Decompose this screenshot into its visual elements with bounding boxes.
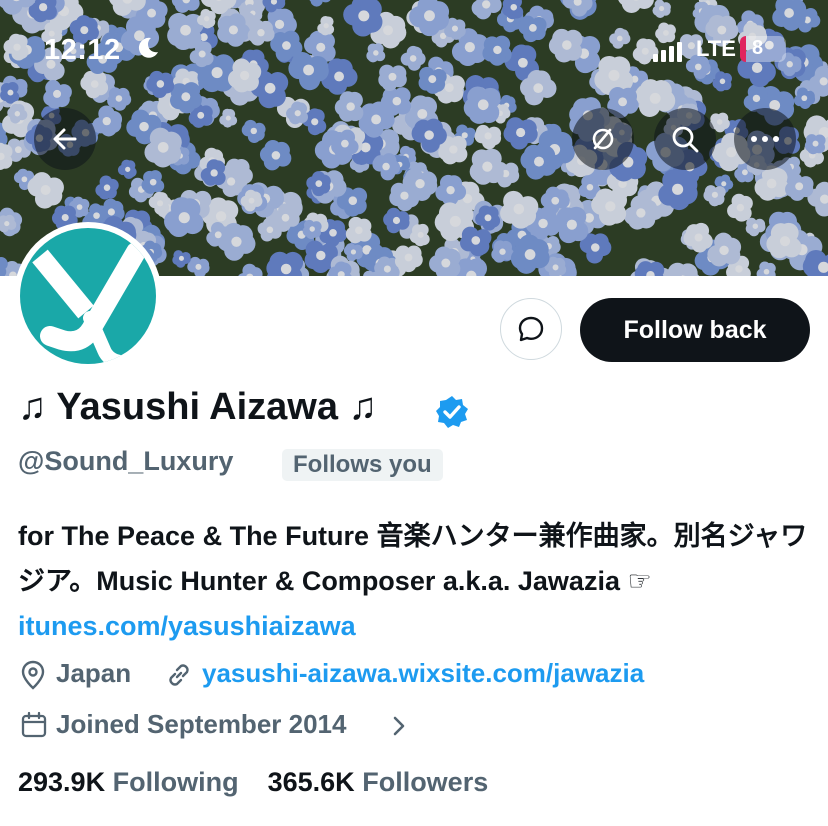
message-button[interactable] bbox=[500, 298, 562, 360]
bio-link[interactable]: itunes.com/yasushiaizawa bbox=[18, 611, 356, 641]
search-button[interactable] bbox=[654, 108, 716, 170]
network-label: LTE bbox=[696, 36, 736, 61]
follow-back-button[interactable]: Follow back bbox=[580, 298, 810, 362]
logo-y-avatar bbox=[32, 242, 146, 364]
back-button[interactable] bbox=[34, 108, 96, 170]
signal-icon bbox=[653, 42, 683, 67]
status-bar: 12:12 LTE 8 bbox=[0, 30, 828, 70]
followers-count: 365.6K bbox=[267, 767, 355, 797]
followers-label: Followers bbox=[362, 767, 489, 797]
status-time: 12:12 bbox=[44, 34, 121, 66]
chevron-right-icon bbox=[392, 713, 406, 744]
follow-stats: 293.9K Following 365.6K Followers bbox=[18, 767, 488, 798]
notifications-button[interactable] bbox=[572, 108, 634, 170]
location-pin-icon bbox=[20, 660, 46, 697]
followers-stat[interactable]: 365.6K Followers bbox=[268, 767, 489, 797]
search-icon bbox=[672, 126, 699, 153]
following-stat[interactable]: 293.9K Following bbox=[18, 767, 239, 797]
joined-text: Joined September 2014 bbox=[56, 709, 347, 739]
bio-text: for The Peace & The Future 音楽ハンター兼作曲家。別名… bbox=[18, 521, 808, 596]
chat-bubble-icon bbox=[518, 316, 544, 342]
battery-icon: 8 bbox=[740, 36, 786, 62]
profile-bio: for The Peace & The Future 音楽ハンター兼作曲家。別名… bbox=[18, 514, 818, 649]
arrow-left-icon bbox=[53, 128, 77, 150]
website-link[interactable]: yasushi-aizawa.wixsite.com/jawazia bbox=[202, 658, 644, 689]
battery-level: 8 bbox=[752, 37, 764, 59]
more-button[interactable] bbox=[734, 108, 796, 170]
calendar-icon bbox=[20, 711, 48, 746]
verified-badge-icon[interactable] bbox=[434, 394, 470, 435]
link-icon bbox=[164, 660, 194, 697]
profile-avatar[interactable] bbox=[14, 222, 162, 370]
location-text: Japan bbox=[56, 658, 132, 688]
profile-name: ♫ Yasushi Aizawa ♫ bbox=[18, 386, 378, 428]
follows-you-badge: Follows you bbox=[282, 449, 443, 481]
profile-handle: @Sound_Luxury bbox=[18, 446, 234, 476]
bell-slash-icon bbox=[592, 128, 614, 150]
more-icon bbox=[751, 136, 779, 142]
following-label: Following bbox=[112, 767, 239, 797]
following-count: 293.9K bbox=[18, 767, 106, 797]
moon-icon bbox=[136, 36, 160, 65]
